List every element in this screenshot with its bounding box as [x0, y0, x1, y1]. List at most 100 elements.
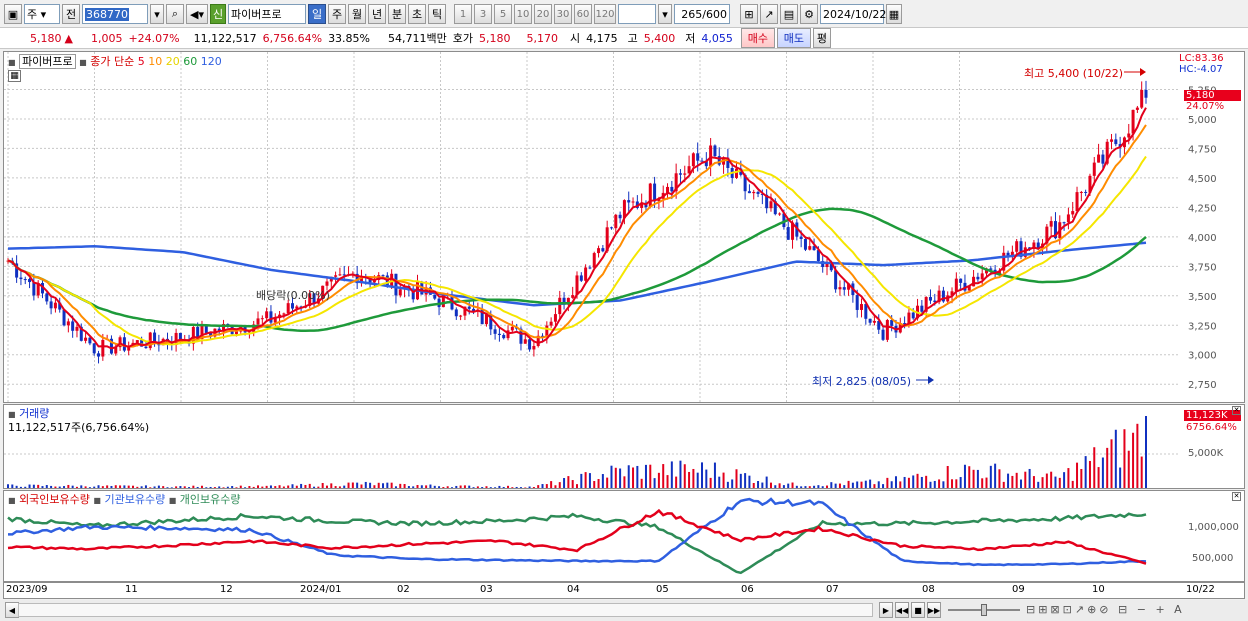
draw-tool-icon[interactable]: ↗ — [760, 4, 778, 24]
scrollbar-track[interactable] — [18, 603, 873, 617]
interval-3[interactable]: 3 — [474, 4, 492, 24]
volume-bar — [1067, 468, 1070, 488]
candle-body — [678, 173, 682, 175]
gear-icon[interactable]: ⚙ — [800, 4, 818, 24]
period-year[interactable]: 년 — [368, 4, 386, 24]
legend-bullet-icon: ■ — [168, 496, 177, 505]
volume-bar — [739, 473, 742, 488]
high-label: 고 — [627, 32, 638, 45]
price-chart-pane[interactable]: 5,2505,0004,7504,5004,2504,0003,7503,500… — [3, 51, 1245, 403]
volume-bar — [1114, 429, 1117, 488]
foreign-line — [7, 508, 1147, 565]
interval-20[interactable]: 20 — [534, 4, 552, 24]
legend-individual[interactable]: 개인보유수량 — [180, 493, 241, 506]
volume-bar — [946, 465, 949, 488]
volume-bar — [709, 477, 712, 488]
scroll-right-icon[interactable]: ▶ — [879, 602, 893, 618]
candle-body — [1092, 162, 1096, 176]
code-dropdown-icon[interactable]: ▾ — [150, 4, 164, 24]
interval-10[interactable]: 10 — [514, 4, 532, 24]
volume-bar — [1145, 416, 1147, 488]
candle-body — [954, 278, 958, 292]
candle-body — [144, 346, 148, 349]
save-icon[interactable]: ▤ — [780, 4, 798, 24]
candle-body — [558, 297, 562, 315]
high-annotation: 최고 5,400 (10/22) — [1024, 67, 1124, 80]
interval-60[interactable]: 60 — [574, 4, 592, 24]
volume-bar — [325, 485, 328, 488]
period-second[interactable]: 초 — [408, 4, 426, 24]
interval-30[interactable]: 30 — [554, 4, 572, 24]
period-minute[interactable]: 분 — [388, 4, 406, 24]
interval-dropdown-icon[interactable]: ▾ — [658, 4, 672, 24]
candle-body — [523, 339, 527, 344]
ma-20-line — [7, 155, 1147, 346]
volume-bar — [968, 466, 971, 488]
interval-1[interactable]: 1 — [454, 4, 472, 24]
legend-ma-label[interactable]: 종가 단순 — [90, 55, 134, 68]
count-input[interactable]: 265/600 — [674, 4, 730, 24]
volume-bar — [718, 476, 721, 488]
volume-bar — [843, 485, 846, 488]
stock-name-field[interactable]: 파이버프로 — [228, 4, 306, 24]
holding-chart-pane[interactable]: ■ 외국인보유수량 ■ 기관보유수량 ■ 개인보유수량 1,000,000 50… — [3, 490, 1245, 582]
volume-bar — [63, 486, 66, 488]
calendar-icon[interactable]: ▦ — [886, 4, 902, 24]
period-week[interactable]: 주 — [328, 4, 346, 24]
volume-bar — [205, 487, 208, 488]
volume-bar — [192, 485, 195, 488]
close-icon[interactable]: ✕ — [1232, 492, 1241, 501]
period-day[interactable]: 일 — [308, 4, 326, 24]
volume-bar — [713, 462, 716, 488]
stop-icon[interactable]: ■ — [911, 602, 925, 618]
market-select[interactable]: 주 ▾ — [24, 4, 60, 24]
close-icon[interactable]: ✕ — [1232, 406, 1241, 415]
price-y-tick: 4,750 — [1188, 144, 1217, 155]
candle-body — [459, 315, 463, 317]
volume-bar — [701, 462, 704, 488]
candle-body — [631, 201, 635, 203]
volume-bar — [1002, 481, 1005, 488]
code-input[interactable]: 368770 — [82, 4, 148, 24]
volume-bar — [791, 482, 794, 488]
date-input[interactable]: 2024/10/22 — [820, 4, 887, 24]
volume-bar — [313, 486, 316, 488]
quote-row: 5,180 ▲ 1,005 +24.07% 11,122,517 6,756.6… — [0, 27, 1248, 49]
volume-bar — [80, 485, 83, 488]
candle-body — [532, 346, 536, 350]
scroll-left-icon[interactable]: ◀ — [5, 602, 19, 618]
table-icon[interactable]: ▦ — [8, 70, 21, 82]
volume-bar — [688, 471, 691, 488]
candle-body — [286, 303, 290, 314]
buy-button[interactable]: 매수 — [740, 28, 775, 48]
legend-institution[interactable]: 기관보유수량 — [104, 493, 165, 506]
rewind-icon[interactable]: ◀◀ — [895, 602, 909, 618]
sell-button[interactable]: 매도 — [776, 28, 811, 48]
interval-120[interactable]: 120 — [594, 4, 616, 24]
volume-chart-pane[interactable]: ■ 거래량 11,122,517주(6,756.64%) 11,123K 675… — [3, 404, 1245, 489]
date-value: 2024/10/22 — [823, 7, 887, 21]
custom-interval-input[interactable] — [618, 4, 656, 24]
forward-icon[interactable]: ▶▶ — [927, 602, 941, 618]
volume-bar — [463, 485, 466, 488]
volume-bar — [929, 481, 932, 488]
volume-bar — [407, 486, 410, 488]
chart-tools-icons[interactable]: ⊟⊞⊠⊡↗⊕⊘ ⊟ − + A — [1026, 603, 1185, 616]
period-tick[interactable]: 틱 — [428, 4, 446, 24]
volume-bar — [386, 482, 389, 488]
search-icon[interactable]: ⌕ — [166, 4, 184, 24]
eval-button[interactable]: 평 — [812, 28, 831, 48]
window-icon[interactable]: ▣ — [4, 4, 22, 24]
period-month[interactable]: 월 — [348, 4, 366, 24]
volume-bar — [894, 476, 897, 488]
candle-body — [71, 321, 75, 331]
grid-icon[interactable]: ⊞ — [740, 4, 758, 24]
prev-button[interactable]: 전 — [62, 4, 80, 24]
legend-stock-name[interactable]: 파이버프로 — [19, 54, 76, 69]
legend-foreign[interactable]: 외국인보유수량 — [19, 493, 90, 506]
interval-5[interactable]: 5 — [494, 4, 512, 24]
zoom-slider-handle[interactable] — [981, 604, 987, 616]
volume-bar — [175, 486, 178, 488]
new-badge[interactable]: 신 — [210, 4, 226, 24]
speaker-icon[interactable]: ◀▾ — [186, 4, 208, 24]
